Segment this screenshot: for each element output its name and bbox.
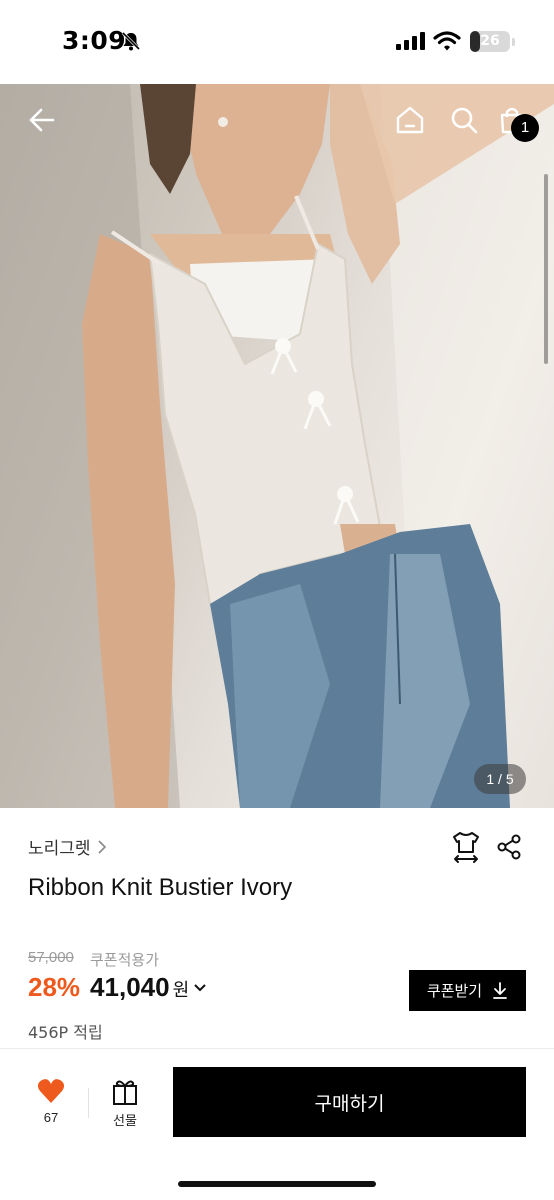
- search-icon: [451, 107, 478, 134]
- home-indicator: [178, 1181, 376, 1187]
- price-row: 28% 41,040 원: [28, 972, 207, 1003]
- brand-name: 노리그렛: [28, 839, 91, 859]
- share-icon: [497, 834, 521, 860]
- currency-unit: 원: [172, 980, 190, 1001]
- size-guide-icon: [453, 832, 479, 863]
- heart-icon: [37, 1079, 65, 1103]
- status-bar: 3:09 26: [0, 0, 554, 84]
- cart-count-badge: 1: [511, 114, 539, 142]
- top-nav: [0, 84, 554, 154]
- back-arrow-icon: [29, 108, 55, 132]
- battery-icon: 26: [470, 31, 510, 52]
- bottom-divider: [88, 1088, 89, 1118]
- product-photo: [0, 84, 554, 808]
- buy-button[interactable]: 구매하기: [173, 1067, 526, 1137]
- gift-icon: [113, 1080, 137, 1105]
- gift-label: 선물: [113, 1114, 137, 1129]
- scrollbar[interactable]: [544, 174, 548, 364]
- search-button[interactable]: [442, 98, 486, 142]
- gift-button[interactable]: 선물: [102, 1078, 148, 1134]
- battery-percent: 26: [480, 33, 500, 49]
- home-icon: [396, 106, 424, 134]
- chevron-right-icon: [97, 839, 106, 854]
- bell-slash-icon: [121, 31, 141, 51]
- coupon-price-note: 쿠폰적용가: [90, 951, 160, 969]
- status-time: 3:09: [62, 26, 127, 55]
- original-price: 57,000: [28, 949, 74, 966]
- like-button[interactable]: 67: [28, 1078, 74, 1134]
- size-guide-button[interactable]: [448, 829, 484, 865]
- reward-points: 456P 적립: [28, 1023, 103, 1042]
- download-icon: [493, 981, 507, 999]
- brand-link[interactable]: 노리그렛: [28, 834, 107, 859]
- download-coupon-button[interactable]: 쿠폰받기: [409, 970, 526, 1011]
- coupon-button-label: 쿠폰받기: [426, 982, 483, 1000]
- discount-rate: 28%: [28, 972, 81, 1002]
- chevron-down-icon[interactable]: [193, 983, 207, 993]
- product-image-gallery[interactable]: 1 / 5: [0, 84, 554, 808]
- image-pager: 1 / 5: [474, 764, 526, 794]
- share-button[interactable]: [491, 829, 527, 865]
- battery-cap: [512, 38, 515, 46]
- product-title: Ribbon Knit Bustier Ivory: [28, 874, 293, 901]
- cellular-signal-icon: [396, 32, 425, 50]
- back-button[interactable]: [20, 98, 64, 142]
- sale-price: 41,040: [90, 972, 170, 1002]
- home-button[interactable]: [388, 98, 432, 142]
- divider: [0, 1048, 554, 1049]
- like-count: 67: [43, 1110, 59, 1125]
- wifi-icon: [433, 31, 461, 51]
